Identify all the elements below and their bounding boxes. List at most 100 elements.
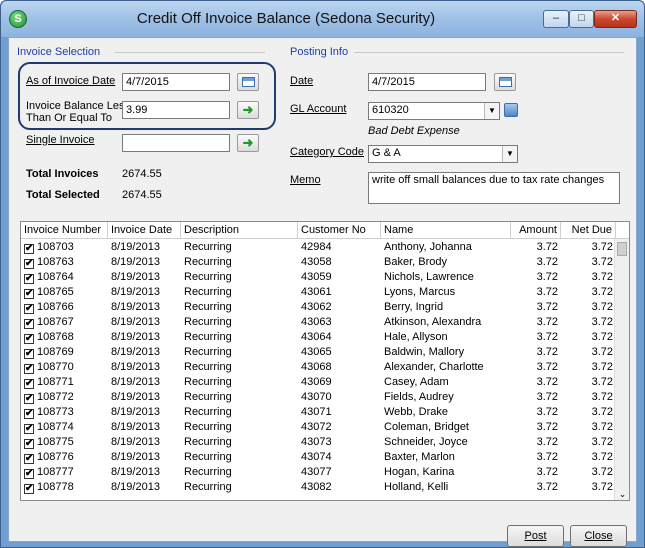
- table-row[interactable]: ✔ 108767 8/19/2013 Recurring 43063 Atkinson, …: [21, 315, 616, 330]
- cell-date: 8/19/2013: [111, 376, 160, 388]
- cell-cust: 43061: [301, 286, 332, 298]
- table-row[interactable]: ✔ 108769 8/19/2013 Recurring 43065 Baldwin, M…: [21, 345, 616, 360]
- row-select-checkbox[interactable]: ✔: [24, 259, 34, 269]
- row-select-checkbox[interactable]: ✔: [24, 349, 34, 359]
- cell-name: Hogan, Karina: [384, 466, 455, 478]
- cell-desc: Recurring: [184, 271, 232, 283]
- row-select-checkbox[interactable]: ✔: [24, 274, 34, 284]
- cell-date: 8/19/2013: [111, 346, 160, 358]
- cell-amount: 3.72: [536, 286, 558, 298]
- balance-go-button[interactable]: ➜: [237, 101, 259, 119]
- cell-invoice-number: ✔ 108772: [21, 390, 108, 405]
- posting-date-label-text: Date: [290, 75, 314, 87]
- memo-label-text: Memo: [290, 174, 321, 186]
- maximize-button[interactable]: □: [569, 10, 594, 28]
- col-invoice-number[interactable]: Invoice Number: [21, 222, 108, 239]
- table-row[interactable]: ✔ 108772 8/19/2013 Recurring 43070 Fields, Au…: [21, 390, 616, 405]
- gl-account-select[interactable]: 610320 ▼: [368, 102, 500, 120]
- table-row[interactable]: ✔ 108770 8/19/2013 Recurring 43068 Alexander,…: [21, 360, 616, 375]
- row-select-checkbox[interactable]: ✔: [24, 244, 34, 254]
- gl-account-value: 610320: [372, 104, 409, 116]
- invoice-number-text: 108771: [37, 376, 74, 388]
- close-button[interactable]: Close: [570, 525, 627, 547]
- cell-net: 3.72: [591, 451, 613, 463]
- cell-desc: Recurring: [184, 361, 232, 373]
- table-row[interactable]: ✔ 108773 8/19/2013 Recurring 43071 Webb, Drak…: [21, 405, 616, 420]
- row-select-checkbox[interactable]: ✔: [24, 364, 34, 374]
- table-row[interactable]: ✔ 108703 8/19/2013 Recurring 42984 Anthony, J…: [21, 240, 616, 255]
- row-select-checkbox[interactable]: ✔: [24, 439, 34, 449]
- table-row[interactable]: ✔ 108771 8/19/2013 Recurring 43069 Casey, Ada…: [21, 375, 616, 390]
- cell-date: 8/19/2013: [111, 271, 160, 283]
- col-customer-no[interactable]: Customer No: [298, 222, 381, 239]
- single-invoice-input[interactable]: [122, 134, 230, 152]
- cell-net: 3.72: [591, 316, 613, 328]
- memo-input[interactable]: write off small balances due to tax rate…: [368, 172, 620, 204]
- single-invoice-go-button[interactable]: ➜: [237, 134, 259, 152]
- table-row[interactable]: ✔ 108778 8/19/2013 Recurring 43082 Holland, K…: [21, 480, 616, 495]
- row-select-checkbox[interactable]: ✔: [24, 454, 34, 464]
- table-row[interactable]: ✔ 108768 8/19/2013 Recurring 43064 Hale, Ally…: [21, 330, 616, 345]
- col-amount[interactable]: Amount: [511, 222, 561, 239]
- cell-cust: 43069: [301, 376, 332, 388]
- cell-cust: 43077: [301, 466, 332, 478]
- calendar-icon: [498, 77, 512, 88]
- cell-date: 8/19/2013: [111, 466, 160, 478]
- table-row[interactable]: ✔ 108763 8/19/2013 Recurring 43058 Baker, Bro…: [21, 255, 616, 270]
- category-code-select[interactable]: G & A ▼: [368, 145, 518, 163]
- row-select-checkbox[interactable]: ✔: [24, 394, 34, 404]
- posting-date-input[interactable]: [368, 73, 486, 91]
- as-of-date-calendar-button[interactable]: [237, 73, 259, 91]
- cell-name: Atkinson, Alexandra: [384, 316, 482, 328]
- table-row[interactable]: ✔ 108765 8/19/2013 Recurring 43061 Lyons, Mar…: [21, 285, 616, 300]
- scroll-down-icon[interactable]: ⌄: [615, 487, 629, 500]
- as-of-date-label-text: As of Invoice Date: [26, 75, 116, 87]
- table-row[interactable]: ✔ 108764 8/19/2013 Recurring 43059 Nichols, L…: [21, 270, 616, 285]
- row-select-checkbox[interactable]: ✔: [24, 379, 34, 389]
- table-row[interactable]: ✔ 108776 8/19/2013 Recurring 43074 Baxter, Ma…: [21, 450, 616, 465]
- calendar-icon: [241, 77, 255, 88]
- col-description[interactable]: Description: [181, 222, 298, 239]
- row-select-checkbox[interactable]: ✔: [24, 409, 34, 419]
- table-row[interactable]: ✔ 108774 8/19/2013 Recurring 43072 Coleman, B…: [21, 420, 616, 435]
- scroll-thumb[interactable]: [617, 242, 627, 256]
- cell-name: Baxter, Marlon: [384, 451, 455, 463]
- row-select-checkbox[interactable]: ✔: [24, 289, 34, 299]
- invoice-number-text: 108775: [37, 436, 74, 448]
- invoice-number-text: 108764: [37, 271, 74, 283]
- as-of-date-input[interactable]: [122, 73, 230, 91]
- gl-lookup-icon[interactable]: [504, 103, 518, 117]
- cell-invoice-number: ✔ 108771: [21, 375, 108, 390]
- row-select-checkbox[interactable]: ✔: [24, 319, 34, 329]
- cell-net: 3.72: [591, 406, 613, 418]
- cell-desc: Recurring: [184, 256, 232, 268]
- cell-desc: Recurring: [184, 241, 232, 253]
- title-bar[interactable]: S Credit Off Invoice Balance (Sedona Sec…: [1, 1, 644, 37]
- col-name[interactable]: Name: [381, 222, 511, 239]
- chevron-down-icon[interactable]: ▼: [502, 146, 517, 162]
- table-row[interactable]: ✔ 108777 8/19/2013 Recurring 43077 Hogan, Kar…: [21, 465, 616, 480]
- balance-threshold-input[interactable]: [122, 101, 230, 119]
- cell-name: Berry, Ingrid: [384, 301, 444, 313]
- close-window-button[interactable]: ✕: [594, 10, 637, 28]
- cell-date: 8/19/2013: [111, 301, 160, 313]
- row-select-checkbox[interactable]: ✔: [24, 469, 34, 479]
- row-select-checkbox[interactable]: ✔: [24, 484, 34, 494]
- row-select-checkbox[interactable]: ✔: [24, 334, 34, 344]
- cell-net: 3.72: [591, 346, 613, 358]
- cell-desc: Recurring: [184, 376, 232, 388]
- memo-label: Memo: [290, 174, 321, 186]
- minimize-button[interactable]: –: [543, 10, 569, 28]
- col-net-due[interactable]: Net Due: [561, 222, 616, 239]
- post-button[interactable]: Post: [507, 525, 564, 547]
- cell-cust: 43058: [301, 256, 332, 268]
- col-invoice-date[interactable]: Invoice Date: [108, 222, 181, 239]
- table-row[interactable]: ✔ 108775 8/19/2013 Recurring 43073 Schneider,…: [21, 435, 616, 450]
- table-row[interactable]: ✔ 108766 8/19/2013 Recurring 43062 Berry, Ing…: [21, 300, 616, 315]
- chevron-down-icon[interactable]: ▼: [484, 103, 499, 119]
- grid-scrollbar[interactable]: ⌄: [614, 239, 629, 500]
- row-select-checkbox[interactable]: ✔: [24, 304, 34, 314]
- cell-invoice-number: ✔ 108775: [21, 435, 108, 450]
- posting-date-calendar-button[interactable]: [494, 73, 516, 91]
- row-select-checkbox[interactable]: ✔: [24, 424, 34, 434]
